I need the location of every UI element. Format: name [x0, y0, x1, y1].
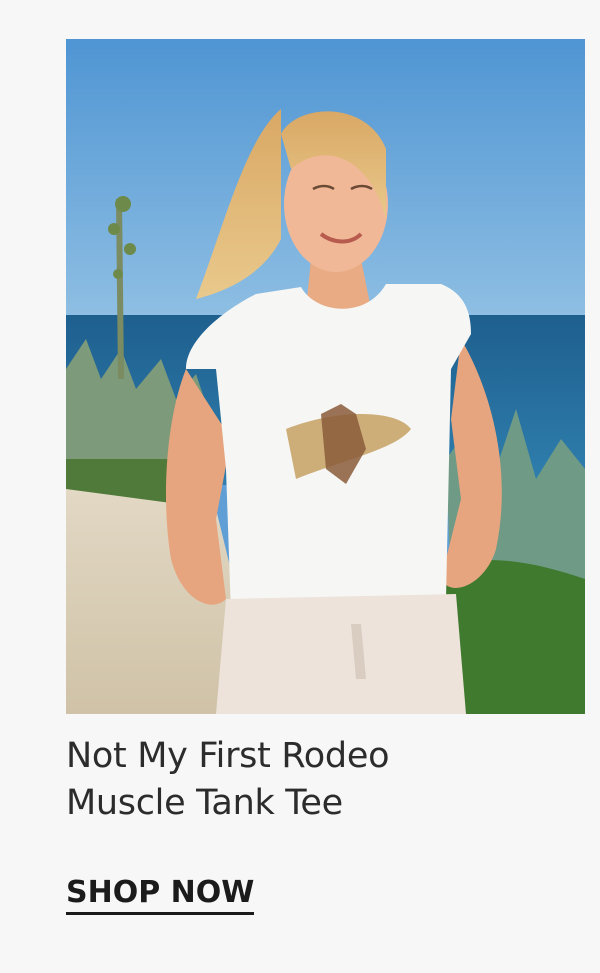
product-photo[interactable]: [66, 39, 585, 714]
product-title-line-1: Not My First Rodeo: [66, 736, 390, 776]
shop-now-link[interactable]: SHOP NOW: [66, 874, 255, 915]
product-title-line-2: Muscle Tank Tee: [66, 783, 343, 823]
product-image: [66, 39, 585, 714]
product-title: Not My First Rodeo Muscle Tank Tee: [66, 733, 566, 827]
